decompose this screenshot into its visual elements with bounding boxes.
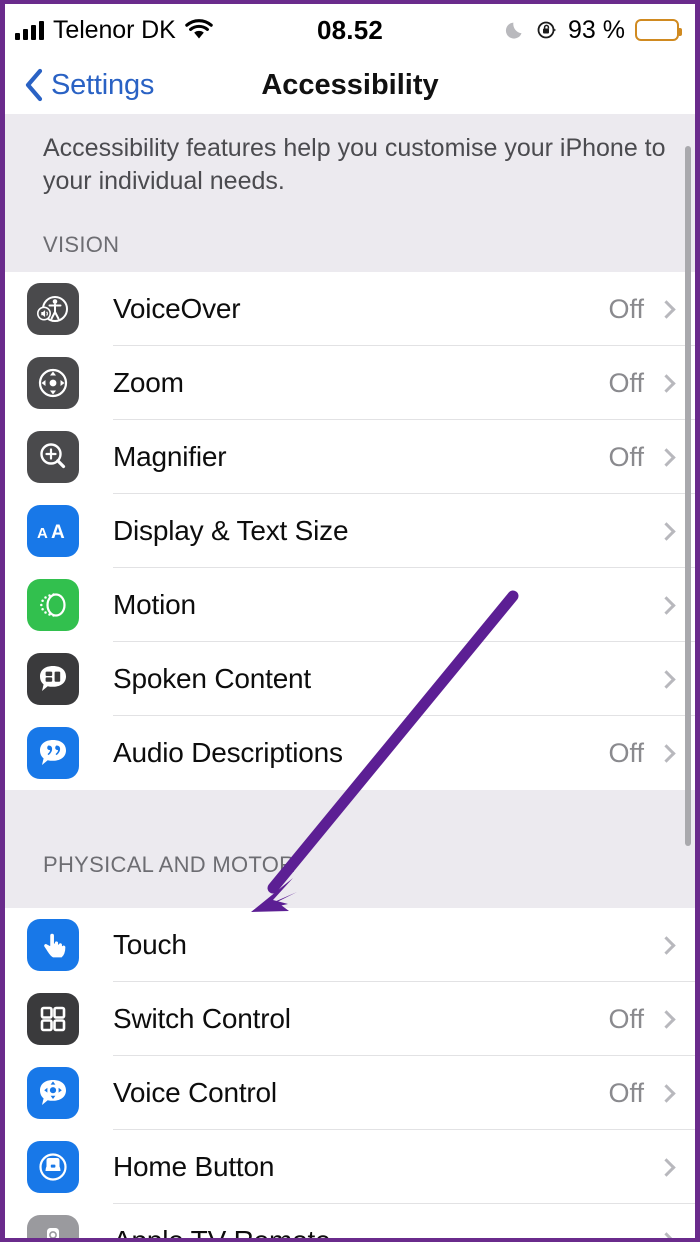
- moon-icon: [504, 19, 526, 41]
- carrier-label: Telenor DK: [53, 15, 176, 44]
- vision-group: VoiceOver Off Zoom Off Magnifier Off A A…: [5, 272, 695, 790]
- svg-text:A: A: [51, 522, 65, 543]
- status-bar-left: Telenor DK: [15, 16, 213, 45]
- chevron-right-icon: [657, 299, 676, 319]
- row-label: Zoom: [113, 367, 184, 398]
- row-switch-control[interactable]: Switch Control Off: [5, 982, 695, 1056]
- row-label: VoiceOver: [113, 293, 241, 324]
- chevron-right-icon: [657, 595, 676, 615]
- row-label: Voice Control: [113, 1077, 277, 1108]
- row-label: Motion: [113, 589, 196, 620]
- row-voice-control[interactable]: Voice Control Off: [5, 1056, 695, 1130]
- row-value: Off: [608, 293, 644, 324]
- section-header-vision: VISION: [5, 198, 695, 272]
- settings-scroll-view[interactable]: Accessibility features help you customis…: [5, 114, 695, 1238]
- intro-description: Accessibility features help you customis…: [5, 114, 695, 198]
- rotation-lock-icon: [536, 19, 558, 41]
- row-spoken-content[interactable]: Spoken Content: [5, 642, 695, 716]
- back-button[interactable]: Settings: [5, 68, 154, 102]
- row-value: Off: [608, 737, 644, 768]
- switch-control-icon: [27, 993, 79, 1045]
- voiceover-icon: [27, 283, 79, 335]
- section-header-physical-and-motor: PHYSICAL AND MOTOR: [5, 790, 695, 908]
- status-bar: Telenor DK 08.52 93 %: [5, 4, 695, 56]
- row-value: Off: [608, 367, 644, 398]
- row-apple-tv-remote[interactable]: Apple TV Remote: [5, 1204, 695, 1242]
- chevron-right-icon: [657, 1157, 676, 1177]
- row-motion[interactable]: Motion: [5, 568, 695, 642]
- row-home-button[interactable]: Home Button: [5, 1130, 695, 1204]
- row-magnifier[interactable]: Magnifier Off: [5, 420, 695, 494]
- row-touch[interactable]: Touch: [5, 908, 695, 982]
- svg-text:A: A: [37, 525, 48, 542]
- chevron-right-icon: [657, 521, 676, 541]
- voice-control-icon: [27, 1067, 79, 1119]
- row-label: Audio Descriptions: [113, 737, 343, 768]
- row-label: Magnifier: [113, 441, 227, 472]
- display-text-size-icon: A A: [27, 505, 79, 557]
- clock-label: 08.52: [316, 14, 384, 45]
- row-label: Apple TV Remote: [113, 1225, 331, 1242]
- vertical-scrollbar[interactable]: [685, 146, 691, 846]
- audio-descriptions-icon: [27, 727, 79, 779]
- battery-percent-label: 93 %: [568, 15, 625, 44]
- row-label: Display & Text Size: [113, 515, 349, 546]
- wifi-icon: [184, 19, 213, 41]
- cellular-bars-icon: [15, 20, 44, 40]
- chevron-right-icon: [657, 743, 676, 763]
- row-value: Off: [608, 441, 644, 472]
- chevron-left-icon: [23, 68, 45, 102]
- row-zoom[interactable]: Zoom Off: [5, 346, 695, 420]
- battery-low-power-icon: [635, 19, 682, 41]
- row-label: Spoken Content: [113, 663, 312, 694]
- row-label: Switch Control: [113, 1003, 291, 1034]
- spoken-content-icon: [27, 653, 79, 705]
- row-label: Home Button: [113, 1151, 275, 1182]
- physical-and-motor-group: Touch Switch Control Off Voice Control O…: [5, 908, 695, 1242]
- magnifier-icon: [27, 431, 79, 483]
- zoom-icon: [27, 357, 79, 409]
- phone-screenshot-frame: Telenor DK 08.52 93 % Settings Accessibi…: [0, 0, 700, 1242]
- row-value: Off: [608, 1003, 644, 1034]
- motion-icon: [27, 579, 79, 631]
- chevron-right-icon: [657, 1231, 676, 1238]
- row-audio-descriptions[interactable]: Audio Descriptions Off: [5, 716, 695, 790]
- chevron-right-icon: [657, 669, 676, 689]
- chevron-right-icon: [657, 447, 676, 467]
- chevron-right-icon: [657, 373, 676, 393]
- chevron-right-icon: [657, 1083, 676, 1103]
- row-label: Touch: [113, 929, 187, 960]
- row-value: Off: [608, 1077, 644, 1108]
- back-button-label: Settings: [51, 68, 155, 101]
- chevron-right-icon: [657, 1009, 676, 1029]
- touch-icon: [27, 919, 79, 971]
- row-display-text-size[interactable]: A A Display & Text Size: [5, 494, 695, 568]
- chevron-right-icon: [657, 935, 676, 955]
- apple-tv-remote-icon: [27, 1215, 79, 1238]
- navigation-bar: Settings Accessibility: [5, 56, 695, 114]
- home-button-icon: [27, 1141, 79, 1193]
- row-voiceover[interactable]: VoiceOver Off: [5, 272, 695, 346]
- status-bar-right: 93 %: [504, 15, 682, 45]
